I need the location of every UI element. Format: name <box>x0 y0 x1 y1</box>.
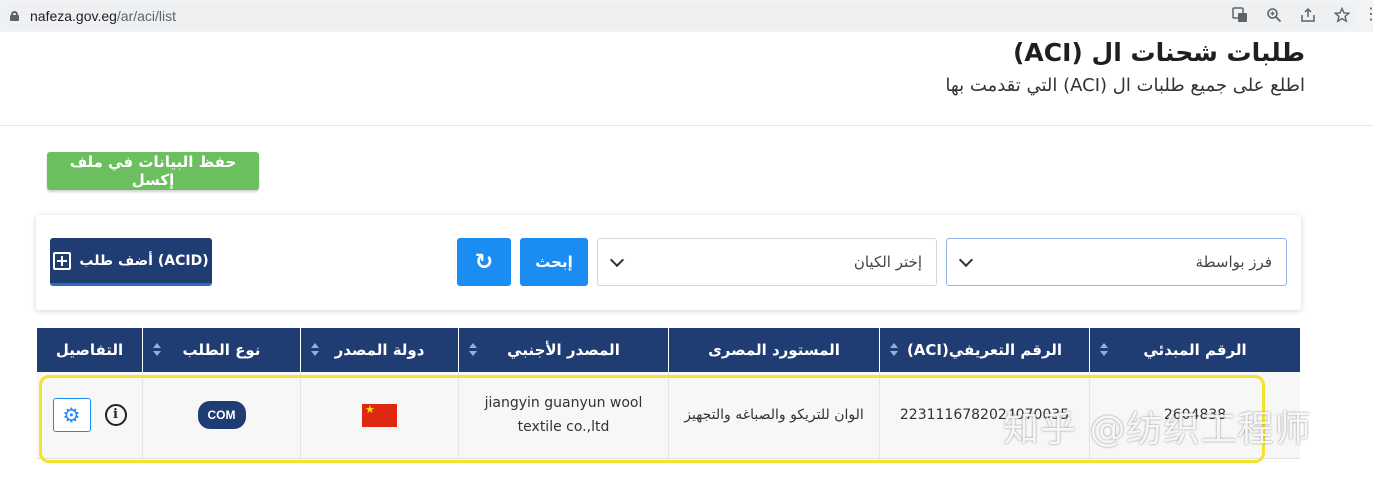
page-subtitle: اطلع على جميع طلبات ال (ACI) التي تقدمت … <box>945 75 1305 96</box>
column-label: الرقم التعريفي(ACI) <box>906 341 1063 359</box>
cell-details: ⚙ i <box>37 372 142 458</box>
cell-egyptian-importer: الوان للتريكو والصباغه والتجهيز <box>668 372 879 458</box>
cell-exporter-country: ★ <box>300 372 458 458</box>
address-bar[interactable]: nafeza.gov.eg/ar/aci/list <box>0 2 1358 30</box>
refresh-icon: ↻ <box>474 249 494 275</box>
sort-icon[interactable] <box>1100 343 1108 357</box>
column-header-request-type[interactable]: نوع الطلب <box>142 328 300 372</box>
column-label: التفاصيل <box>55 341 124 359</box>
cell-request-type: COM <box>142 372 300 458</box>
bookmark-star-icon[interactable] <box>1331 4 1353 26</box>
info-icon[interactable]: i <box>104 404 127 426</box>
search-button[interactable]: إبحث <box>520 238 588 286</box>
page-header: طلبات شحنات ال (ACI) اطلع على جميع طلبات… <box>945 36 1305 96</box>
filter-panel: أضف طلب (ACID) ↻ إبحث إختر الكيان فرز بو… <box>36 215 1301 310</box>
column-header-foreign-exporter[interactable]: المصدر الأجنبي <box>458 328 668 372</box>
zoom-icon[interactable] <box>1263 4 1285 26</box>
export-excel-button[interactable]: حفظ البيانات في ملف إكسل <box>47 152 259 190</box>
translate-icon[interactable] <box>1229 4 1251 26</box>
column-header-initial-number[interactable]: الرقم المبدئي <box>1089 328 1300 372</box>
request-type-badge: COM <box>197 401 246 429</box>
column-header-details: التفاصيل <box>37 328 142 372</box>
column-label: الرقم المبدئي <box>1143 341 1247 359</box>
sort-icon[interactable] <box>311 343 319 357</box>
column-label: نوع الطلب <box>182 341 261 359</box>
sort-icon[interactable] <box>469 343 477 357</box>
column-label: المستورد المصرى <box>708 341 840 359</box>
menu-dots-icon[interactable]: ⋮ <box>1363 4 1373 26</box>
sort-select-label: فرز بواسطة <box>1195 253 1272 271</box>
table-header: الرقم المبدئي الرقم التعريفي(ACI) المستو… <box>37 328 1300 372</box>
sort-by-select[interactable]: فرز بواسطة <box>946 238 1287 286</box>
settings-button[interactable]: ⚙ <box>52 398 91 432</box>
refresh-button[interactable]: ↻ <box>457 238 511 286</box>
entity-select[interactable]: إختر الكيان <box>597 238 937 286</box>
cell-foreign-exporter: jiangyin guanyun wool textile co.,ltd <box>458 372 668 458</box>
watermark: 知乎 @纺织工程师 <box>1003 409 1312 450</box>
header-divider <box>0 125 1373 126</box>
browser-toolbar: nafeza.gov.eg/ar/aci/list ⋮ <box>0 0 1373 32</box>
url-path: /ar/aci/list <box>116 8 177 24</box>
chevron-down-icon <box>609 252 625 267</box>
column-label: المصدر الأجنبي <box>507 341 620 359</box>
plus-square-icon <box>53 251 72 270</box>
share-icon[interactable] <box>1297 4 1319 26</box>
lock-icon[interactable] <box>10 11 19 21</box>
china-flag-icon: ★ <box>362 403 397 427</box>
entity-select-label: إختر الكيان <box>853 253 922 271</box>
url-text[interactable]: nafeza.gov.eg/ar/aci/list <box>30 8 176 24</box>
gear-icon: ⚙ <box>62 403 81 427</box>
column-label: دولة المصدر <box>334 341 425 359</box>
column-header-aci-number[interactable]: الرقم التعريفي(ACI) <box>879 328 1089 372</box>
column-header-exporter-country[interactable]: دولة المصدر <box>300 328 458 372</box>
column-header-egyptian-importer: المستورد المصرى <box>668 328 879 372</box>
sort-icon[interactable] <box>153 343 161 357</box>
sort-icon[interactable] <box>890 343 898 357</box>
add-request-label: أضف طلب (ACID) <box>79 252 209 269</box>
url-domain: nafeza.gov.eg <box>30 8 117 24</box>
chevron-down-icon <box>958 252 974 267</box>
add-acid-request-button[interactable]: أضف طلب (ACID) <box>50 238 212 286</box>
page-title: طلبات شحنات ال (ACI) <box>1012 38 1305 67</box>
